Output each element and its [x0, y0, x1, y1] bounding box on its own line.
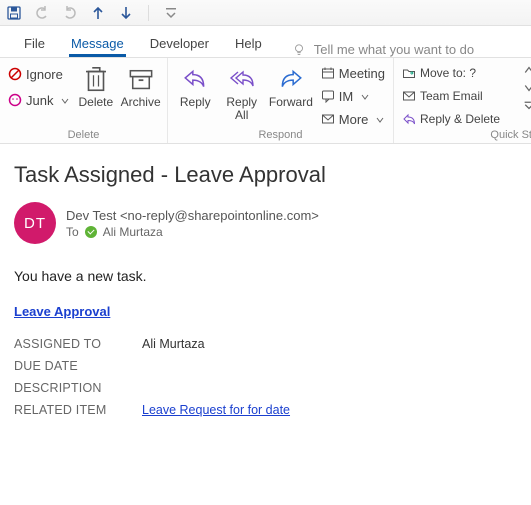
delete-icon	[83, 64, 109, 94]
body-intro: You have a new task.	[14, 268, 517, 284]
im-icon	[321, 89, 335, 103]
ignore-icon	[8, 67, 22, 81]
delete-button[interactable]: Delete	[75, 62, 116, 111]
from-display: Dev Test <no-reply@sharepointonline.com>	[66, 208, 319, 223]
reply-all-button[interactable]: Reply All	[220, 62, 262, 124]
task-details-table: ASSIGNED TO Ali Murtaza DUE DATE DESCRIP…	[14, 333, 517, 421]
tab-help[interactable]: Help	[233, 30, 264, 57]
reply-all-icon	[229, 64, 255, 94]
next-item-icon[interactable]	[118, 5, 134, 21]
tell-me-label: Tell me what you want to do	[314, 42, 474, 57]
forward-label: Forward	[269, 96, 313, 109]
dropdown-icon	[61, 93, 69, 108]
assigned-to-label: ASSIGNED TO	[14, 337, 142, 351]
quick-access-toolbar	[0, 0, 531, 26]
row-assigned-to: ASSIGNED TO Ali Murtaza	[14, 333, 517, 355]
ribbon: Ignore Junk Delete Archive Delete	[0, 58, 531, 144]
group-delete: Ignore Junk Delete Archive Delete	[0, 58, 168, 143]
im-button[interactable]: IM	[319, 86, 387, 106]
task-title-link[interactable]: Leave Approval	[14, 304, 110, 319]
mail-icon	[402, 89, 416, 103]
ignore-label: Ignore	[26, 67, 63, 82]
forward-icon	[278, 64, 304, 94]
message-body: You have a new task. Leave Approval ASSI…	[0, 268, 531, 421]
presence-available-icon	[85, 226, 97, 238]
meeting-icon	[321, 66, 335, 80]
row-description: DESCRIPTION	[14, 377, 517, 399]
group-quicksteps-label: Quick St	[400, 129, 531, 143]
quickstep-launcher-icon[interactable]	[524, 99, 531, 114]
archive-icon	[128, 64, 154, 94]
more-respond-button[interactable]: More	[319, 109, 387, 129]
group-delete-label: Delete	[6, 129, 161, 143]
reply-delete-button[interactable]: Reply & Delete	[400, 109, 520, 129]
reply-button[interactable]: Reply	[174, 62, 216, 111]
folder-move-icon	[402, 66, 416, 80]
tell-me[interactable]: Tell me what you want to do	[292, 42, 474, 57]
undo-icon	[34, 5, 50, 21]
save-icon[interactable]	[6, 5, 22, 21]
related-item-link[interactable]: Leave Request for for date	[142, 403, 290, 417]
ignore-button[interactable]: Ignore	[6, 64, 71, 84]
meeting-button[interactable]: Meeting	[319, 63, 387, 83]
tab-message[interactable]: Message	[69, 30, 126, 57]
reply-label: Reply	[180, 96, 211, 109]
reply-all-label: Reply All	[226, 96, 257, 122]
message-header: Task Assigned - Leave Approval DT Dev Te…	[0, 144, 531, 244]
team-email-label: Team Email	[420, 89, 483, 103]
message-subject: Task Assigned - Leave Approval	[14, 162, 517, 188]
lightbulb-icon	[292, 43, 306, 57]
previous-item-icon[interactable]	[90, 5, 106, 21]
to-label: To	[66, 225, 79, 239]
group-quick-steps: Move to: ? Team Email Reply & Delete Qui…	[394, 58, 531, 143]
customize-qat-icon[interactable]	[163, 5, 179, 21]
more-label: More	[339, 112, 369, 127]
dropdown-icon	[376, 112, 384, 127]
related-item-label: RELATED ITEM	[14, 403, 142, 417]
group-respond-label: Respond	[174, 129, 387, 143]
meeting-label: Meeting	[339, 66, 385, 81]
to-recipient: Ali Murtaza	[103, 225, 163, 239]
description-label: DESCRIPTION	[14, 381, 142, 395]
junk-button[interactable]: Junk	[6, 90, 71, 110]
row-due-date: DUE DATE	[14, 355, 517, 377]
reply-icon	[182, 64, 208, 94]
quickstep-more-icon[interactable]	[524, 81, 531, 96]
junk-label: Junk	[26, 93, 53, 108]
team-email-button[interactable]: Team Email	[400, 86, 520, 106]
delete-label: Delete	[79, 96, 114, 109]
separator	[148, 5, 149, 21]
tab-developer[interactable]: Developer	[148, 30, 211, 57]
ribbon-tabs: File Message Developer Help Tell me what…	[0, 26, 531, 58]
junk-icon	[8, 93, 22, 107]
due-date-label: DUE DATE	[14, 359, 142, 373]
avatar: DT	[14, 202, 56, 244]
tab-file[interactable]: File	[22, 30, 47, 57]
more-icon	[321, 112, 335, 126]
assigned-to-value: Ali Murtaza	[142, 337, 205, 351]
dropdown-icon	[361, 89, 369, 104]
archive-label: Archive	[121, 96, 161, 109]
sender-row: DT Dev Test <no-reply@sharepointonline.c…	[14, 202, 517, 244]
row-related-item: RELATED ITEM Leave Request for for date	[14, 399, 517, 421]
move-to-label: Move to: ?	[420, 66, 476, 80]
im-label: IM	[339, 89, 353, 104]
archive-button[interactable]: Archive	[120, 62, 161, 111]
redo-icon	[62, 5, 78, 21]
move-to-button[interactable]: Move to: ?	[400, 63, 520, 83]
reply-delete-icon	[402, 112, 416, 126]
forward-button[interactable]: Forward	[267, 62, 315, 111]
group-respond: Reply Reply All Forward Meeting IM	[168, 58, 394, 143]
reply-delete-label: Reply & Delete	[420, 112, 500, 126]
quickstep-more-icon[interactable]	[524, 63, 531, 78]
